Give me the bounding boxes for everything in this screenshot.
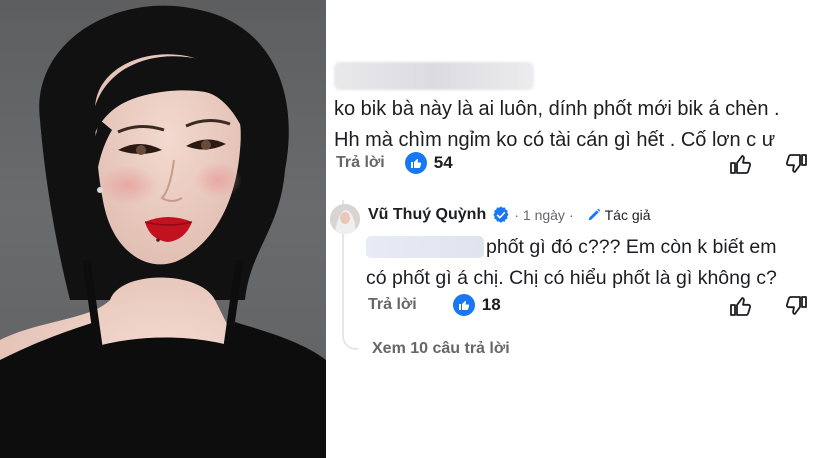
pencil-icon (588, 208, 600, 221)
reply-header: Vũ Thuý Quỳnh · 1 ngày · Tác giả (368, 206, 651, 224)
thumbs-up-icon (452, 294, 475, 316)
author-name[interactable]: Vũ Thuý Quỳnh (368, 206, 486, 224)
comment-body: ko bik bà này là ai luôn, dính phốt mới … (334, 94, 814, 156)
comment-line: ko bik bà này là ai luôn, dính phốt mới … (334, 98, 780, 120)
upvote-icon[interactable] (729, 152, 753, 176)
timestamp[interactable]: 1 ngày (523, 207, 565, 223)
upvote-icon[interactable] (729, 294, 753, 318)
reply-actions: Trả lời 18 (368, 294, 501, 316)
comment-panel: ko bik bà này là ai luôn, dính phốt mới … (326, 0, 815, 458)
reply-line: phốt gì đó c??? Em còn k biết em (486, 236, 777, 258)
verified-badge-icon (493, 206, 509, 223)
portrait-illustration (0, 5, 326, 458)
like-count: 18 (481, 295, 501, 314)
reply-button[interactable]: Trả lời (368, 296, 417, 314)
separator: · (568, 207, 574, 223)
author-tag: Tác giả (586, 207, 651, 223)
avatar[interactable] (330, 204, 360, 234)
view-more-replies-link[interactable]: Xem 10 câu trả lời (372, 340, 510, 358)
blurred-commenter-name (334, 62, 534, 90)
like-count: 54 (433, 153, 453, 172)
reply-button[interactable]: Trả lời (336, 154, 385, 172)
thumbs-up-icon (404, 152, 427, 174)
downvote-icon[interactable] (784, 152, 808, 176)
reply-body: phốt gì đó c??? Em còn k biết em có phốt… (366, 232, 815, 294)
portrait-photo (0, 0, 326, 458)
downvote-icon[interactable] (784, 294, 808, 318)
separator: · (514, 207, 519, 223)
author-tag-label: Tác giả (604, 207, 651, 223)
comment-actions: Trả lời 54 (336, 152, 453, 174)
reply-line: có phốt gì á chị. Chị có hiểu phốt là gì… (366, 267, 777, 289)
